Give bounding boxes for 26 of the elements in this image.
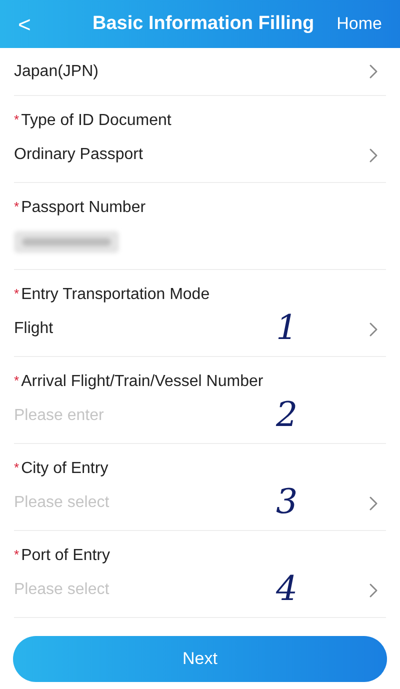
required-asterisk: *	[14, 198, 20, 216]
field-label: Passport Number	[21, 198, 146, 218]
field-label: Type of ID Document	[21, 111, 172, 131]
required-asterisk: *	[14, 285, 20, 303]
select-field[interactable]: Ordinary Passport	[14, 138, 386, 172]
chevron-right-icon	[369, 148, 378, 162]
field-placeholder: Please select	[14, 580, 110, 600]
field-label: Entry Transportation Mode	[21, 285, 210, 305]
chevron-right-icon	[369, 322, 378, 336]
chevron-right-icon	[369, 496, 378, 510]
field-value: Flight	[14, 319, 54, 339]
required-asterisk: *	[14, 111, 20, 129]
required-asterisk: *	[14, 546, 20, 564]
page-title: Basic Information Filling	[91, 12, 316, 36]
required-asterisk: *	[14, 459, 20, 477]
country-select[interactable]: Japan(JPN)	[14, 48, 386, 96]
field-label: City of Entry	[21, 459, 108, 479]
required-asterisk: *	[14, 372, 20, 390]
field-placeholder: Please enter	[14, 406, 104, 426]
field-label: Arrival Flight/Train/Vessel Number	[21, 372, 264, 392]
field-value: Ordinary Passport	[14, 145, 143, 165]
chevron-right-icon	[369, 582, 378, 598]
home-button[interactable]: Home	[336, 11, 382, 37]
field-placeholder: Please select	[14, 493, 110, 513]
chevron-right-icon	[369, 64, 378, 79]
field-label: Port of Entry	[21, 546, 110, 566]
